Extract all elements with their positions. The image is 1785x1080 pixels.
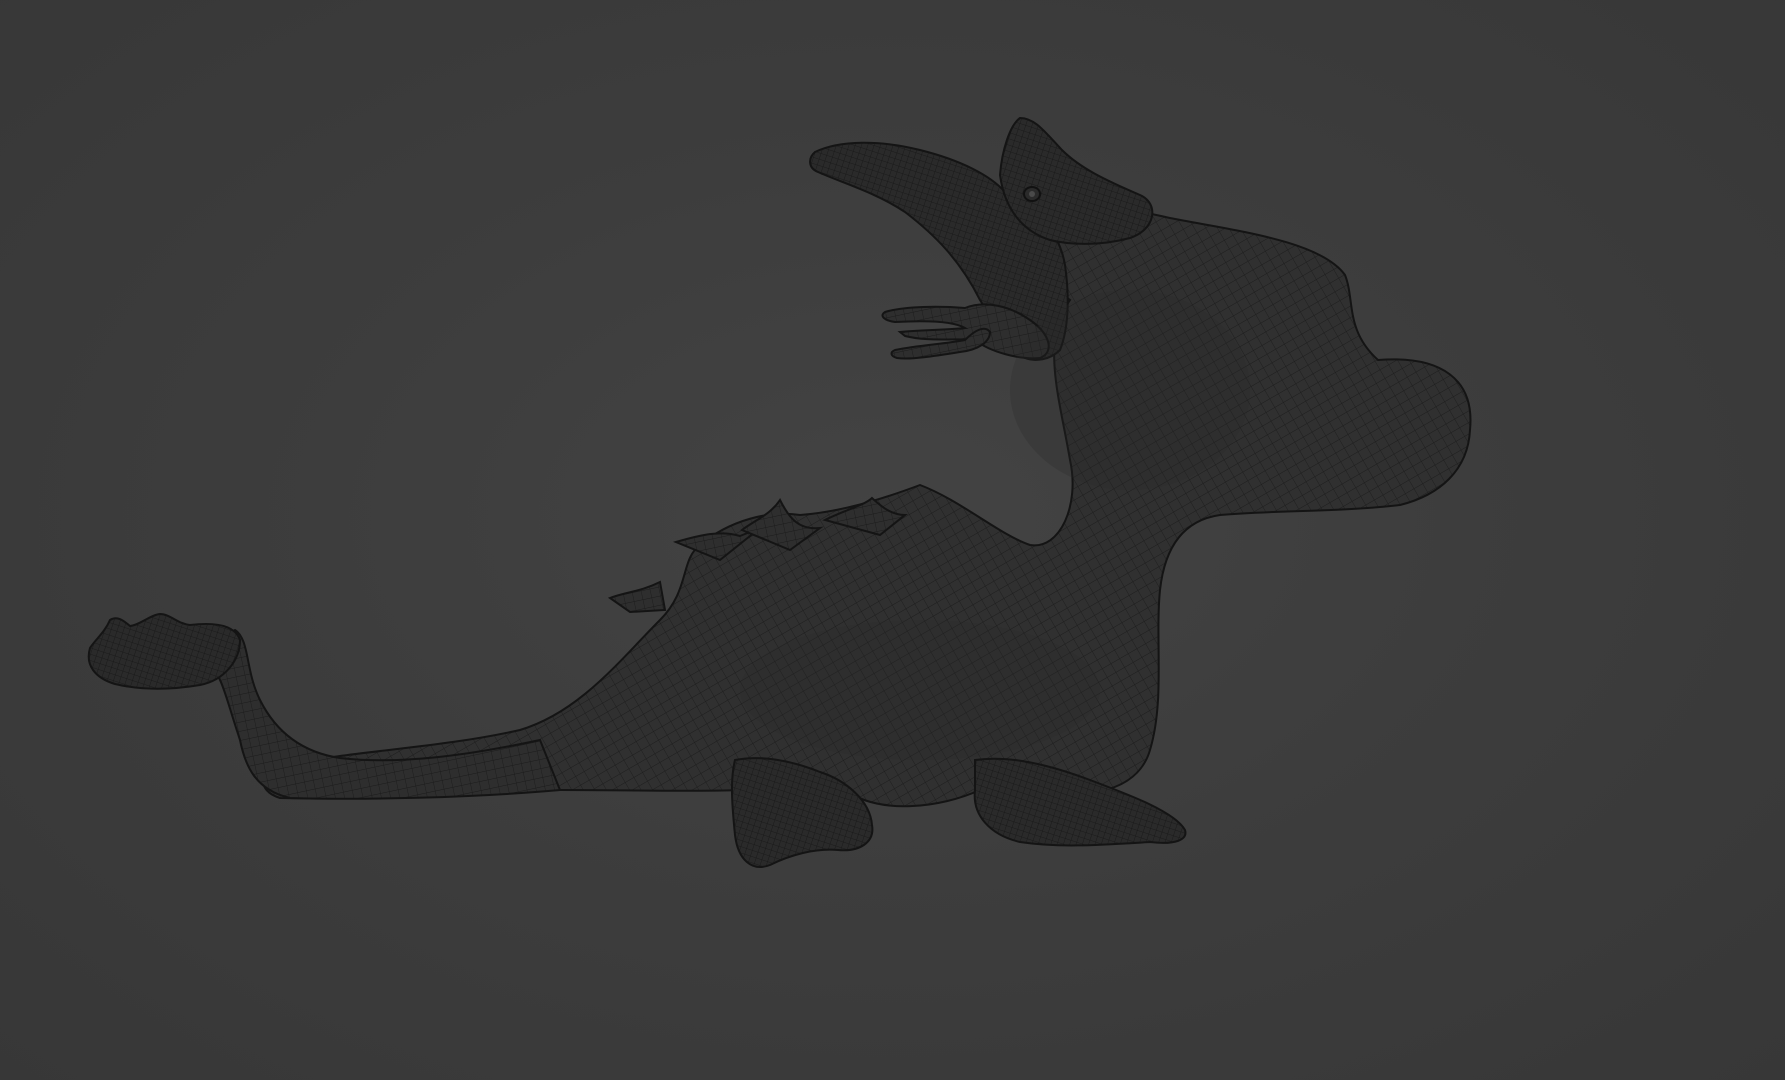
dragon-back-spike-4 <box>607 580 667 614</box>
dragon-head-crest[interactable] <box>998 116 1154 245</box>
3d-viewport[interactable] <box>0 0 1785 1080</box>
dragon-wireframe-model[interactable] <box>87 116 1472 868</box>
dragon-tail[interactable] <box>214 628 562 800</box>
dragon-eye-highlight <box>1029 191 1035 197</box>
viewport-canvas[interactable] <box>0 0 1785 1080</box>
neck-shading <box>1010 290 1250 490</box>
dragon-tail-fin[interactable] <box>87 612 242 690</box>
belly-shading <box>740 620 1100 760</box>
